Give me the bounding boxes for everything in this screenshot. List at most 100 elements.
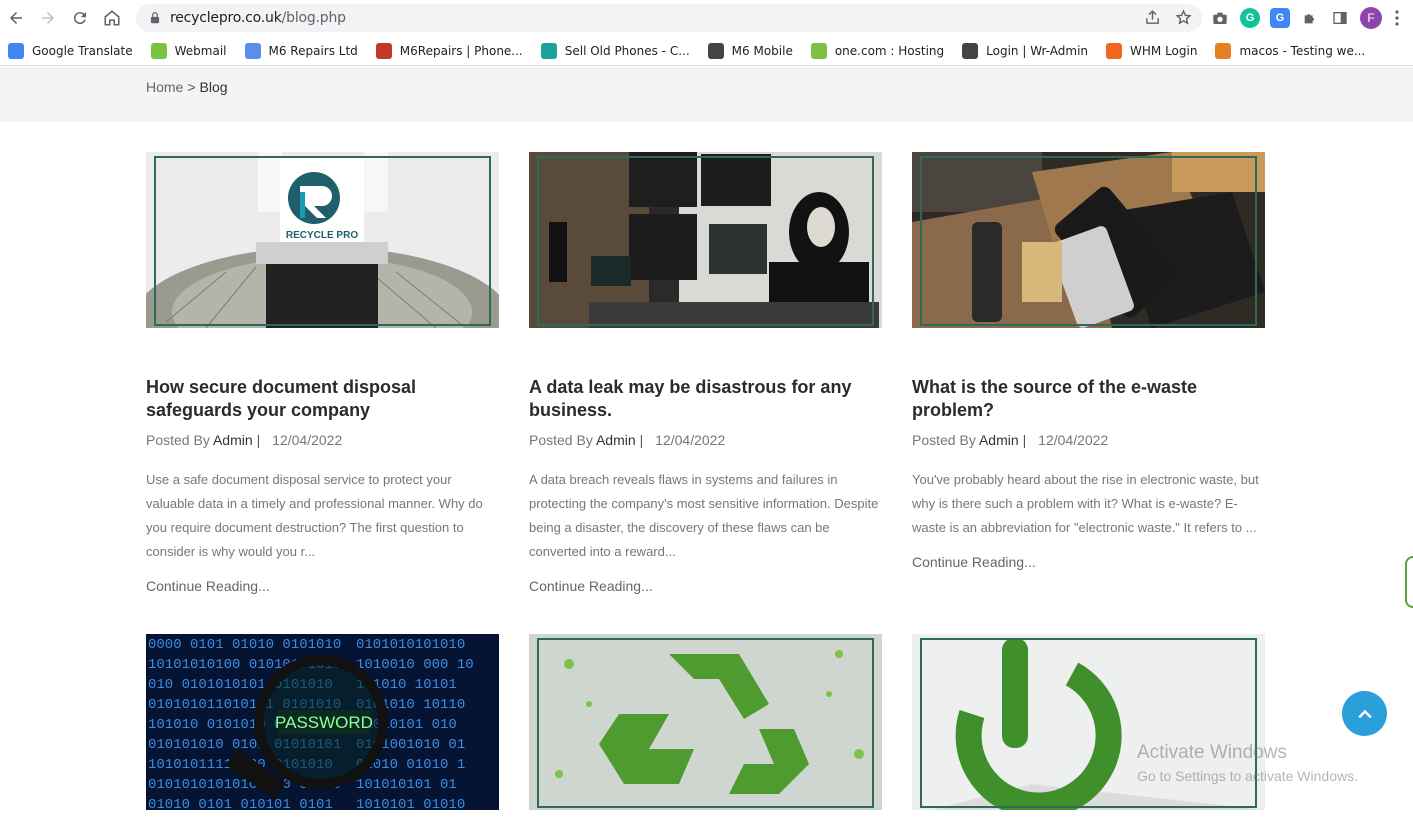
blog-card: RECYCLE PRO How secure document disposal… (146, 152, 499, 594)
svg-text:1010101 01010: 1010101 01010 (356, 797, 465, 810)
breadcrumb-separator: > (187, 79, 196, 95)
browser-toolbar: recyclepro.co.uk/blog.php G G F (0, 0, 1413, 36)
extensions-puzzle-icon[interactable] (1300, 8, 1320, 28)
svg-text:1010010 000 10: 1010010 000 10 (356, 657, 474, 673)
bookmark-label: M6 Mobile (731, 43, 793, 58)
thumbnail-frame (537, 156, 874, 326)
bookmark-star-icon[interactable] (1175, 9, 1192, 26)
post-author: Admin (978, 432, 1019, 448)
bookmark-item[interactable]: one.com : Hosting (810, 42, 945, 59)
bookmark-label: one.com : Hosting (834, 43, 945, 58)
breadcrumb-current: Blog (199, 79, 228, 95)
side-chat-tab[interactable] (1405, 556, 1413, 608)
bookmark-favicon-icon (707, 42, 724, 59)
post-thumbnail-shredder[interactable]: RECYCLE PRO (146, 152, 499, 328)
url-path: /blog.php (281, 10, 346, 26)
chevron-up-icon (1357, 709, 1372, 718)
lock-icon[interactable] (148, 11, 162, 25)
bookmark-favicon-icon (540, 42, 557, 59)
watermark-title: Activate Windows (1137, 742, 1287, 763)
breadcrumb-bar: Home > Blog (0, 67, 1413, 122)
thumbnail-frame (154, 156, 491, 326)
continue-reading-link[interactable]: Continue Reading... (912, 554, 1265, 570)
svg-text:01010 0101 010101 0101: 01010 0101 010101 0101 (148, 797, 333, 810)
bookmark-item[interactable]: Login | Wr-Admin (962, 42, 1089, 59)
bookmark-favicon-icon (8, 42, 24, 59)
bookmark-label: macos - Testing we... (1239, 43, 1366, 58)
meta-separator: | (256, 432, 261, 448)
bookmark-label: M6Repairs | Phone... (399, 43, 523, 58)
blog-card: What is the source of the e-waste proble… (912, 152, 1265, 570)
url-text: recyclepro.co.uk/blog.php (170, 10, 346, 26)
bookmark-label: WHM Login (1130, 43, 1198, 58)
post-thumbnail-password[interactable]: 0000 0101 01010 0101010 10101010100 0101… (146, 634, 499, 810)
bookmark-item[interactable]: M6Repairs | Phone... (375, 42, 523, 59)
bookmarks-bar: Google Translate Webmail M6 Repairs Ltd M6R… (0, 36, 1413, 66)
bookmark-item[interactable]: Sell Old Phones - C... (540, 42, 690, 59)
bookmark-label: Webmail (174, 43, 227, 58)
post-date: 12/04/2022 (272, 432, 343, 448)
post-meta: Posted By Admin | 12/04/2022 (146, 432, 499, 448)
bookmark-item[interactable]: macos - Testing we... (1215, 42, 1366, 59)
post-meta: Posted By Admin | 12/04/2022 (912, 432, 1265, 448)
bookmark-favicon-icon (1215, 42, 1232, 59)
blog-card: 0000 0101 01010 0101010 10101010100 0101… (146, 634, 499, 810)
bookmark-label: Sell Old Phones - C... (564, 43, 690, 58)
post-title[interactable]: What is the source of the e-waste proble… (912, 376, 1265, 422)
post-thumbnail-ewaste[interactable] (912, 152, 1265, 328)
breadcrumb: Home > Blog (146, 79, 228, 95)
bookmark-label: Google Translate (32, 43, 133, 58)
bookmark-favicon-icon (1106, 42, 1123, 59)
meta-separator: | (1022, 432, 1027, 448)
address-bar[interactable]: recyclepro.co.uk/blog.php (136, 4, 1202, 32)
bookmark-item[interactable]: Webmail (150, 42, 227, 59)
watermark-subtitle: Go to Settings to activate Windows. (1137, 768, 1358, 784)
side-panel-icon[interactable] (1330, 8, 1350, 28)
thumbnail-frame (920, 156, 1257, 326)
post-title[interactable]: A data leak may be disastrous for any bu… (529, 376, 882, 422)
bookmark-favicon-icon (810, 42, 827, 59)
bookmark-item[interactable]: Google Translate (8, 42, 133, 59)
post-date: 12/04/2022 (655, 432, 726, 448)
continue-reading-link[interactable]: Continue Reading... (146, 578, 499, 594)
grammarly-icon[interactable]: G (1240, 8, 1260, 28)
post-excerpt: Use a safe document disposal service to … (146, 472, 483, 559)
svg-text:0000 0101 01010 0101010: 0000 0101 01010 0101010 (148, 637, 341, 653)
thumbnail-frame (537, 638, 874, 808)
post-thumbnail-recycle[interactable] (529, 634, 882, 810)
svg-text:0101010101010: 0101010101010 (356, 637, 465, 653)
post-excerpt: A data breach reveals flaws in systems a… (529, 472, 879, 559)
svg-text:101010101 01: 101010101 01 (356, 777, 457, 793)
bookmark-favicon-icon (244, 42, 261, 59)
share-icon[interactable] (1144, 9, 1161, 26)
posted-by-label: Posted By (146, 432, 210, 448)
translate-extension-icon[interactable]: G (1270, 8, 1290, 28)
profile-avatar[interactable]: F (1360, 7, 1382, 29)
bookmark-label: Login | Wr-Admin (986, 43, 1089, 58)
bookmark-favicon-icon (962, 42, 979, 59)
camera-icon[interactable] (1210, 8, 1230, 28)
home-icon[interactable] (96, 2, 128, 34)
bookmark-item[interactable]: WHM Login (1106, 42, 1198, 59)
reload-icon[interactable] (64, 2, 96, 34)
continue-reading-link[interactable]: Continue Reading... (529, 578, 882, 594)
post-thumbnail-hacker[interactable] (529, 152, 882, 328)
forward-icon[interactable] (32, 2, 64, 34)
url-host: recyclepro.co.uk (170, 10, 282, 26)
bookmark-favicon-icon (150, 42, 167, 59)
blog-card: A data leak may be disastrous for any bu… (529, 152, 882, 594)
bookmark-item[interactable]: M6 Mobile (707, 42, 793, 59)
back-icon[interactable] (0, 2, 32, 34)
password-image-text: PASSWORD (275, 713, 373, 732)
kebab-menu-icon[interactable] (1392, 8, 1402, 28)
posted-by-label: Posted By (912, 432, 976, 448)
post-author: Admin (595, 432, 636, 448)
posted-by-label: Posted By (529, 432, 593, 448)
post-title[interactable]: How secure document disposal safeguards … (146, 376, 499, 422)
breadcrumb-home-link[interactable]: Home (146, 79, 183, 95)
scroll-to-top-button[interactable] (1342, 691, 1387, 736)
bookmark-favicon-icon (375, 42, 392, 59)
bookmark-item[interactable]: M6 Repairs Ltd (244, 42, 358, 59)
windows-activation-watermark: Activate Windows Go to Settings to activ… (1137, 742, 1358, 784)
meta-separator: | (639, 432, 644, 448)
